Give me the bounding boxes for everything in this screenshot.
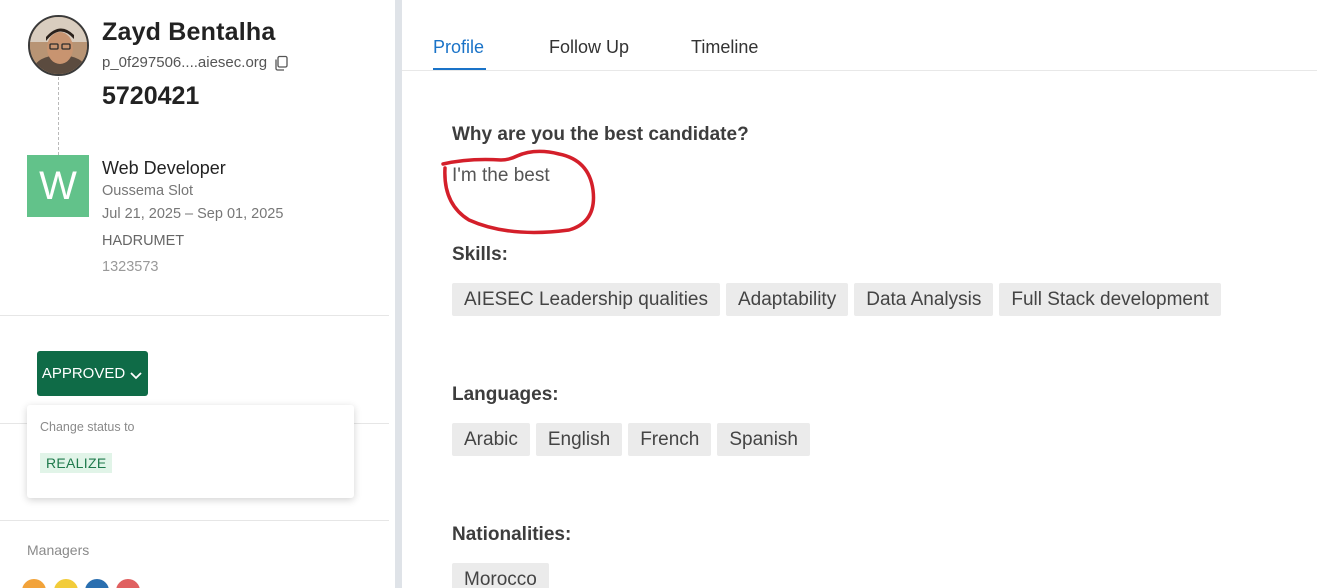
manager-avatar[interactable]	[20, 577, 48, 588]
language-chip: Spanish	[717, 423, 810, 456]
skill-chip: AIESEC Leadership qualities	[452, 283, 720, 316]
skill-chip: Full Stack development	[999, 283, 1221, 316]
tab-timeline[interactable]: Timeline	[691, 37, 758, 58]
active-tab-indicator	[433, 68, 486, 70]
opportunity-company: Oussema Slot	[102, 183, 194, 199]
panel-divider[interactable]	[395, 0, 402, 588]
status-dropdown-button[interactable]: APPROVED	[37, 351, 148, 396]
timeline-connector	[58, 77, 59, 155]
status-dropdown-menu: Change status to REALIZE	[27, 405, 354, 498]
nationality-chip: Morocco	[452, 563, 549, 588]
copy-icon[interactable]	[273, 55, 289, 71]
languages-list: Arabic English French Spanish	[452, 423, 810, 456]
red-circle-annotation	[441, 149, 596, 235]
skills-title: Skills:	[452, 244, 508, 265]
nationalities-title: Nationalities:	[452, 524, 572, 545]
tab-bar: Profile Follow Up Timeline	[402, 0, 1317, 71]
opportunity-logo: W	[27, 155, 89, 217]
chevron-down-icon	[129, 368, 143, 382]
candidate-email: p_0f297506....aiesec.org	[102, 54, 268, 71]
candidate-avatar	[28, 15, 89, 76]
status-option-realize[interactable]: REALIZE	[40, 453, 113, 473]
tab-follow-up[interactable]: Follow Up	[549, 37, 629, 58]
email-row: p_0f297506....aiesec.org	[102, 54, 289, 71]
skills-list: AIESEC Leadership qualities Adaptability…	[452, 283, 1221, 316]
opportunity-entity: HADRUMET	[102, 233, 185, 249]
candidate-sidebar: Zayd Bentalha p_0f297506....aiesec.org 5…	[0, 0, 395, 588]
nationalities-list: Morocco	[452, 563, 549, 588]
opportunity-code: 1323573	[102, 259, 159, 275]
section-divider	[0, 520, 389, 521]
candidate-id: 5720421	[102, 82, 200, 110]
manager-avatar[interactable]	[83, 577, 111, 588]
section-divider	[0, 315, 389, 316]
skill-chip: Data Analysis	[854, 283, 994, 316]
skill-chip: Adaptability	[725, 283, 849, 316]
tab-profile[interactable]: Profile	[433, 37, 484, 58]
dropdown-label: Change status to	[40, 420, 135, 434]
status-label: APPROVED	[41, 365, 126, 382]
manager-avatar[interactable]	[114, 577, 142, 588]
opportunity-title[interactable]: Web Developer	[102, 158, 226, 179]
language-chip: French	[628, 423, 712, 456]
languages-title: Languages:	[452, 384, 559, 405]
manager-avatar[interactable]	[52, 577, 80, 588]
language-chip: English	[535, 423, 623, 456]
candidate-details: Profile Follow Up Timeline Why are you t…	[402, 0, 1317, 588]
best-candidate-title: Why are you the best candidate?	[452, 124, 749, 145]
language-chip: Arabic	[452, 423, 530, 456]
managers-label: Managers	[27, 542, 90, 558]
opportunity-dates: Jul 21, 2025 – Sep 01, 2025	[102, 206, 284, 222]
candidate-name: Zayd Bentalha	[102, 18, 276, 46]
